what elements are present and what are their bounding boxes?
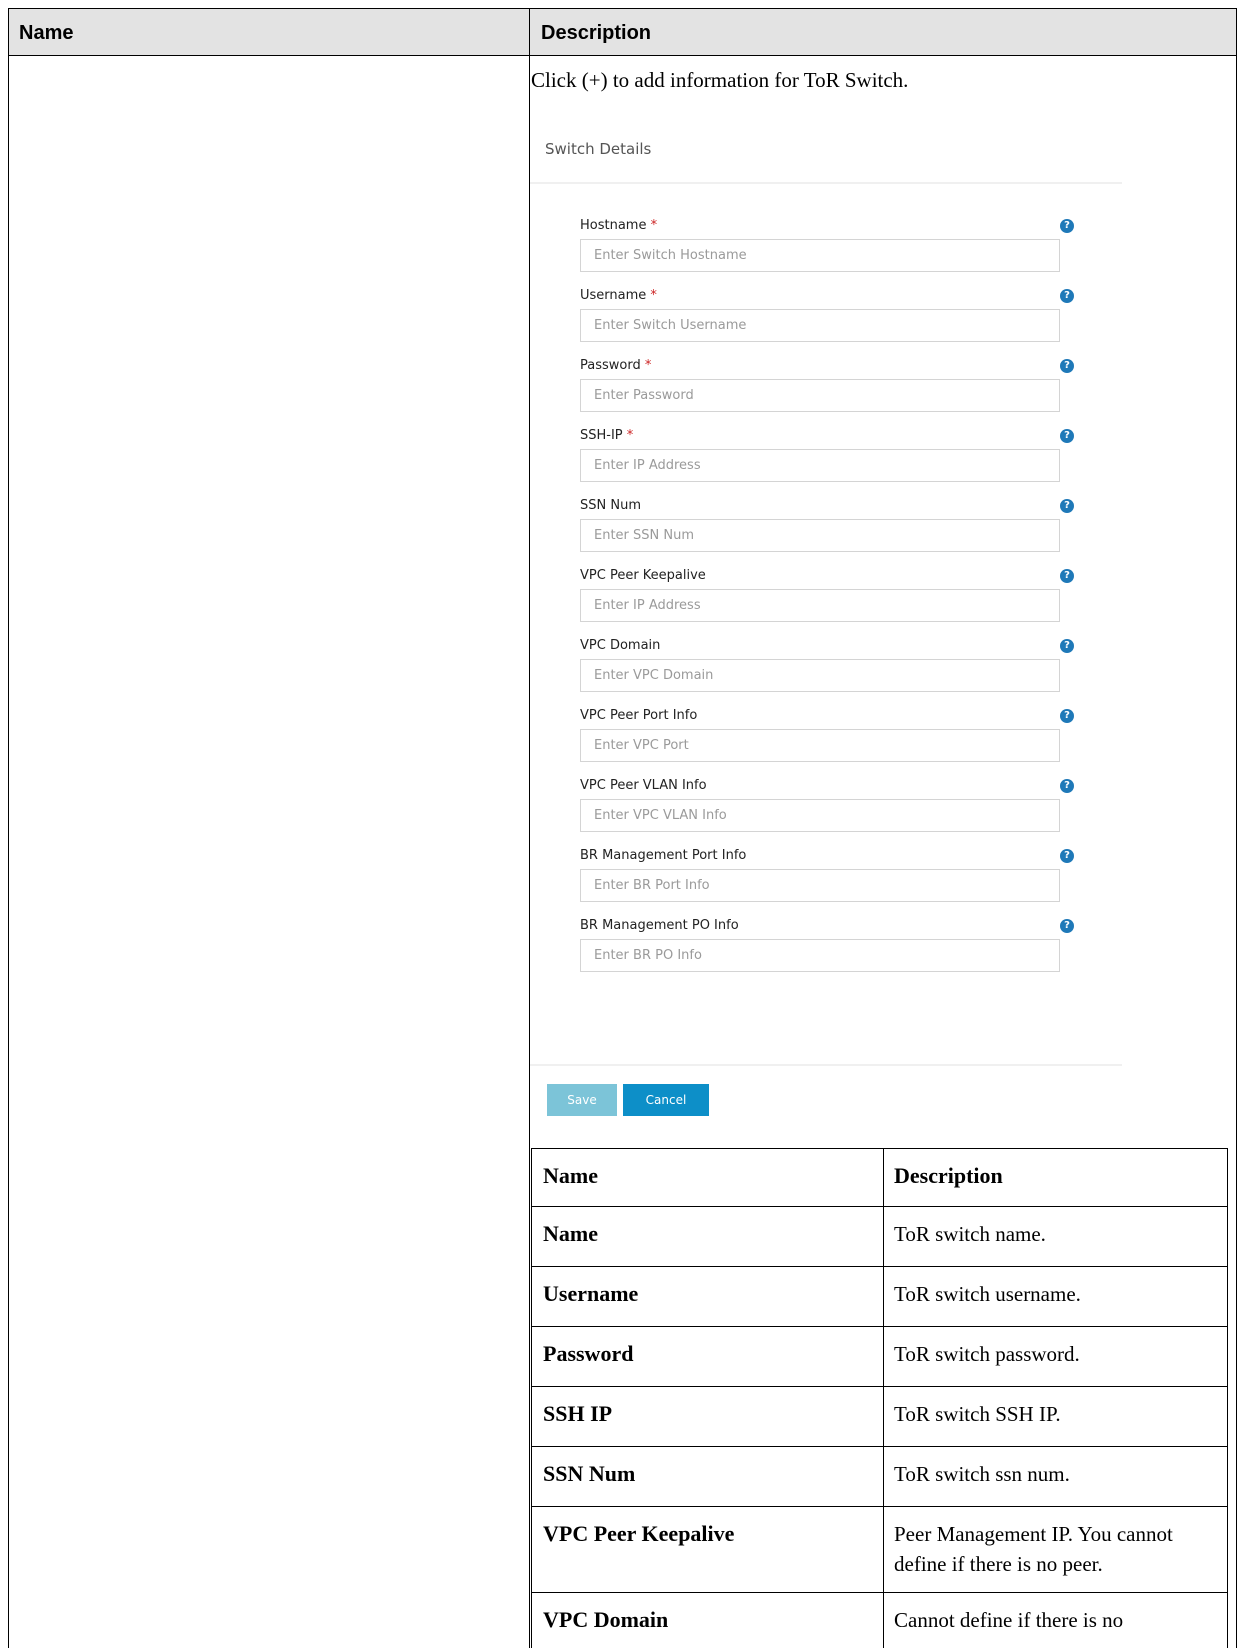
br-management-port-info-placeholder: Enter BR Port Info — [594, 878, 710, 893]
ssn-num-input[interactable]: Enter SSN Num — [580, 519, 1060, 552]
vpc-peer-port-info-label-text: VPC Peer Port Info — [580, 708, 698, 723]
save-button[interactable]: Save — [547, 1084, 617, 1116]
ssh-ip-label-text: SSH-IP — [580, 428, 623, 443]
question-circle-icon[interactable]: ? — [1060, 429, 1074, 443]
inner-header-name: Name — [543, 1163, 598, 1188]
ssn-num-label-text: SSN Num — [580, 498, 641, 513]
ssh-ip-input[interactable]: Enter IP Address — [580, 449, 1060, 482]
password-input[interactable]: Enter Password — [580, 379, 1060, 412]
vpc-peer-vlan-info-input[interactable]: Enter VPC VLAN Info — [580, 799, 1060, 832]
table-column-divider — [529, 8, 530, 1648]
vpc-domain-input[interactable]: Enter VPC Domain — [580, 659, 1060, 692]
row-description: Cannot define if there is no — [894, 1608, 1124, 1632]
username-label: Username * — [580, 288, 657, 303]
question-circle-icon[interactable]: ? — [1060, 499, 1074, 513]
ssh-ip-label: SSH-IP * — [580, 428, 633, 443]
outer-header-description: Description — [541, 22, 652, 44]
password-placeholder: Enter Password — [594, 388, 694, 403]
table-border-left — [8, 8, 9, 1648]
hostname-label: Hostname * — [580, 218, 657, 233]
row-name: Password — [543, 1341, 634, 1366]
vpc-peer-keepalive-label: VPC Peer Keepalive — [580, 568, 706, 583]
vpc-peer-port-info-input[interactable]: Enter VPC Port — [580, 729, 1060, 762]
inner-table-header: Name Description — [531, 1148, 1228, 1206]
question-circle-icon[interactable]: ? — [1060, 359, 1074, 373]
table-row: Username ToR switch username. — [531, 1266, 1228, 1326]
username-input[interactable]: Enter Switch Username — [580, 309, 1060, 342]
question-circle-icon[interactable]: ? — [1060, 709, 1074, 723]
br-management-po-info-label-text: BR Management PO Info — [580, 918, 739, 933]
password-label: Password * — [580, 358, 651, 373]
table-row: Name ToR switch name. — [531, 1206, 1228, 1266]
hostname-label-text: Hostname — [580, 218, 647, 233]
ssn-num-label: SSN Num — [580, 498, 641, 513]
required-marker: * — [640, 358, 652, 373]
vpc-peer-vlan-info-placeholder: Enter VPC VLAN Info — [594, 808, 727, 823]
question-circle-icon[interactable]: ? — [1060, 219, 1074, 233]
panel-title: Switch Details — [545, 140, 652, 158]
row-description: ToR switch username. — [894, 1282, 1081, 1306]
question-circle-icon[interactable]: ? — [1060, 849, 1074, 863]
br-management-port-info-input[interactable]: Enter BR Port Info — [580, 869, 1060, 902]
question-circle-icon[interactable]: ? — [1060, 289, 1074, 303]
panel-divider-bottom — [530, 1064, 1122, 1066]
table-row: SSN Num ToR switch ssn num. — [531, 1446, 1228, 1506]
table-row: SSH IP ToR switch SSH IP. — [531, 1386, 1228, 1446]
hostname-placeholder: Enter Switch Hostname — [594, 248, 747, 263]
vpc-peer-keepalive-label-text: VPC Peer Keepalive — [580, 568, 706, 583]
row-name: VPC Peer Keepalive — [543, 1521, 735, 1546]
vpc-domain-placeholder: Enter VPC Domain — [594, 668, 714, 683]
vpc-peer-port-info-label: VPC Peer Port Info — [580, 708, 697, 723]
row-description: Peer Management IP. You cannot define if… — [894, 1522, 1173, 1576]
inner-table: Name Description Name ToR switch name. Usern… — [531, 1148, 1228, 1648]
question-circle-icon[interactable]: ? — [1060, 639, 1074, 653]
ssn-num-placeholder: Enter SSN Num — [594, 528, 695, 543]
required-marker: * — [646, 218, 658, 233]
required-marker: * — [622, 428, 634, 443]
hostname-input[interactable]: Enter Switch Hostname — [580, 239, 1060, 272]
row-description: ToR switch SSH IP. — [894, 1402, 1061, 1426]
br-management-po-info-label: BR Management PO Info — [580, 918, 739, 933]
vpc-peer-vlan-info-label: VPC Peer VLAN Info — [580, 778, 707, 793]
table-row: Password ToR switch password. — [531, 1326, 1228, 1386]
outer-header-name: Name — [19, 22, 74, 44]
question-circle-icon[interactable]: ? — [1060, 569, 1074, 583]
ssh-ip-placeholder: Enter IP Address — [594, 458, 701, 473]
outer-table-header: Name Description — [8, 8, 1237, 56]
cancel-button[interactable]: Cancel — [623, 1084, 709, 1116]
table-row: VPC Domain Cannot define if there is no — [531, 1592, 1228, 1648]
row-description: ToR switch password. — [894, 1342, 1080, 1366]
inner-header-description: Description — [894, 1163, 1003, 1188]
row-name: Name — [543, 1221, 598, 1246]
row-name: SSN Num — [543, 1461, 636, 1486]
username-label-text: Username — [580, 288, 647, 303]
password-label-text: Password — [580, 358, 641, 373]
br-management-port-info-label: BR Management Port Info — [580, 848, 746, 863]
row-name: Username — [543, 1281, 639, 1306]
vpc-peer-vlan-info-label-text: VPC Peer VLAN Info — [580, 778, 707, 793]
vpc-domain-label: VPC Domain — [580, 638, 660, 653]
br-management-po-info-placeholder: Enter BR PO Info — [594, 948, 702, 963]
intro-text: Click (+) to add information for ToR Swi… — [531, 68, 909, 92]
row-description: ToR switch ssn num. — [894, 1462, 1070, 1486]
vpc-domain-label-text: VPC Domain — [580, 638, 661, 653]
vpc-peer-keepalive-input[interactable]: Enter IP Address — [580, 589, 1060, 622]
panel-divider-top — [530, 182, 1122, 184]
row-description: ToR switch name. — [894, 1222, 1046, 1246]
row-name: SSH IP — [543, 1401, 613, 1426]
question-circle-icon[interactable]: ? — [1060, 919, 1074, 933]
br-management-port-info-label-text: BR Management Port Info — [580, 848, 747, 863]
required-marker: * — [646, 288, 657, 303]
br-management-po-info-input[interactable]: Enter BR PO Info — [580, 939, 1060, 972]
username-placeholder: Enter Switch Username — [594, 318, 747, 333]
table-row: VPC Peer Keepalive Peer Management IP. Yo… — [531, 1506, 1228, 1592]
row-name: VPC Domain — [543, 1607, 669, 1632]
vpc-peer-port-info-placeholder: Enter VPC Port — [594, 738, 689, 753]
question-circle-icon[interactable]: ? — [1060, 779, 1074, 793]
vpc-peer-keepalive-placeholder: Enter IP Address — [594, 598, 701, 613]
